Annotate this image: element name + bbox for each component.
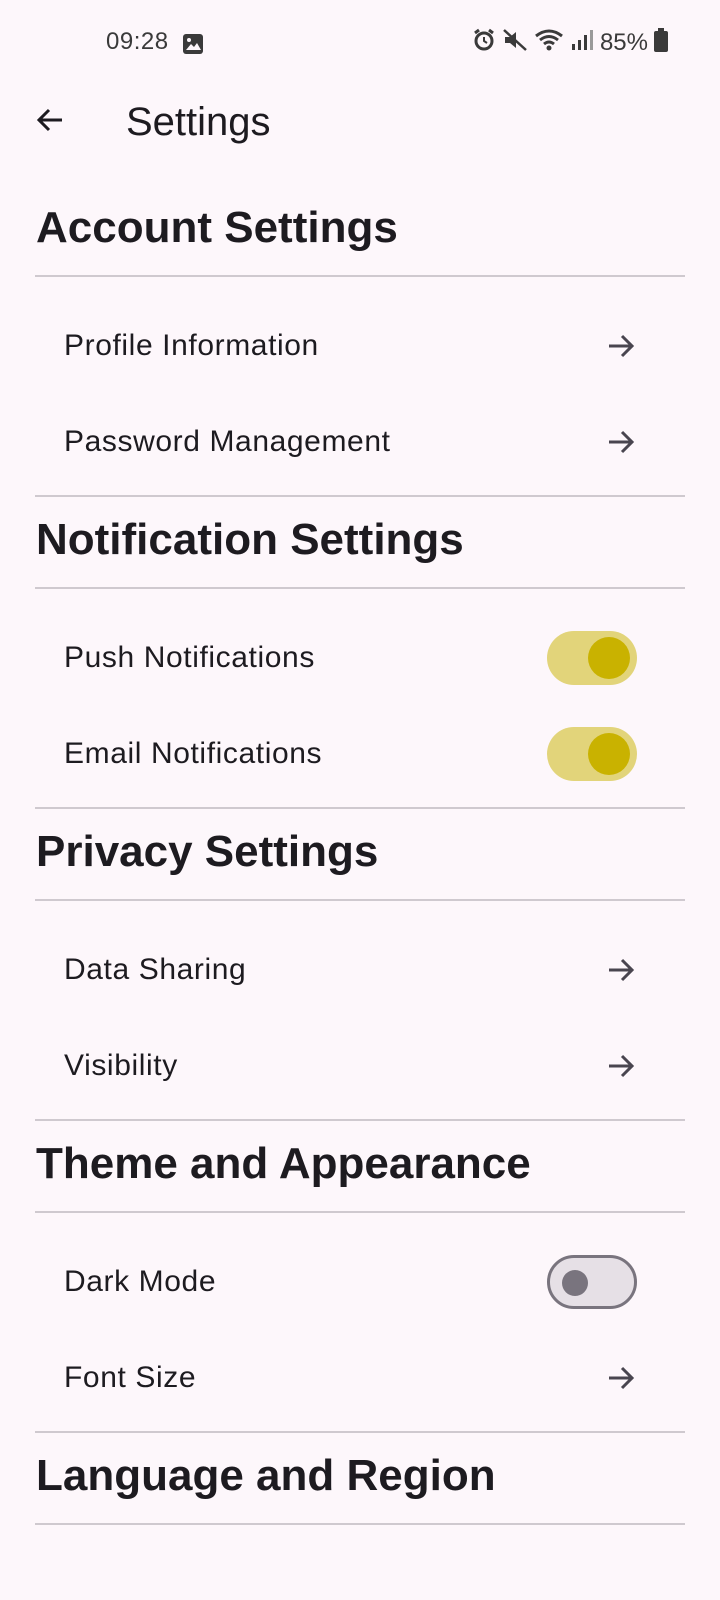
app-bar: Settings [0, 80, 720, 192]
divider [35, 899, 685, 901]
settings-item-label: Font Size [64, 1361, 197, 1394]
arrow-forward-icon [605, 1362, 637, 1394]
status-bar: 09:28 85% [0, 0, 720, 88]
arrow-forward-icon [605, 426, 637, 458]
section-title-privacy: Privacy Settings [36, 827, 379, 876]
wifi-icon [534, 28, 564, 57]
settings-item-font-size[interactable]: Font Size [35, 1330, 685, 1426]
settings-item-label: Push Notifications [64, 641, 315, 674]
section-title-notifications: Notification Settings [36, 515, 464, 564]
settings-item-label: Visibility [64, 1049, 178, 1082]
back-button[interactable] [22, 94, 78, 150]
status-time: 09:28 [106, 28, 169, 55]
dark-mode-switch[interactable] [547, 1255, 637, 1309]
switch-thumb [588, 637, 630, 679]
battery-percent: 85% [599, 28, 648, 56]
settings-item-password-management[interactable]: Password Management [35, 394, 685, 490]
settings-item-visibility[interactable]: Visibility [35, 1018, 685, 1114]
section-title-account: Account Settings [36, 203, 398, 252]
settings-item-push-notifications[interactable]: Push Notifications [35, 610, 685, 706]
settings-item-label: Data Sharing [64, 953, 247, 986]
settings-item-label: Email Notifications [64, 737, 323, 770]
settings-item-data-sharing[interactable]: Data Sharing [35, 922, 685, 1018]
email-notifications-switch[interactable] [547, 727, 637, 781]
alarm-icon [472, 28, 496, 57]
page-title: Settings [126, 100, 271, 144]
settings-item-label: Dark Mode [64, 1265, 217, 1298]
image-icon [182, 33, 204, 60]
arrow-forward-icon [605, 330, 637, 362]
arrow-back-icon [34, 104, 66, 141]
settings-item-label: Password Management [64, 425, 391, 458]
section-title-language: Language and Region [36, 1451, 496, 1500]
divider [35, 1119, 685, 1121]
settings-item-profile-information[interactable]: Profile Information [35, 298, 685, 394]
divider [35, 1431, 685, 1433]
arrow-forward-icon [605, 954, 637, 986]
divider [35, 807, 685, 809]
arrow-forward-icon [605, 1050, 637, 1082]
divider [35, 587, 685, 589]
divider [35, 275, 685, 277]
settings-item-email-notifications[interactable]: Email Notifications [35, 706, 685, 802]
switch-thumb [562, 1270, 588, 1296]
section-title-theme: Theme and Appearance [36, 1139, 531, 1188]
divider [35, 1523, 685, 1525]
battery-icon [654, 28, 668, 57]
divider [35, 1211, 685, 1213]
settings-item-dark-mode[interactable]: Dark Mode [35, 1234, 685, 1330]
divider [35, 495, 685, 497]
settings-item-label: Profile Information [64, 329, 319, 362]
push-notifications-switch[interactable] [547, 631, 637, 685]
signal-icon [570, 28, 594, 57]
switch-thumb [588, 733, 630, 775]
mute-icon [502, 28, 528, 57]
